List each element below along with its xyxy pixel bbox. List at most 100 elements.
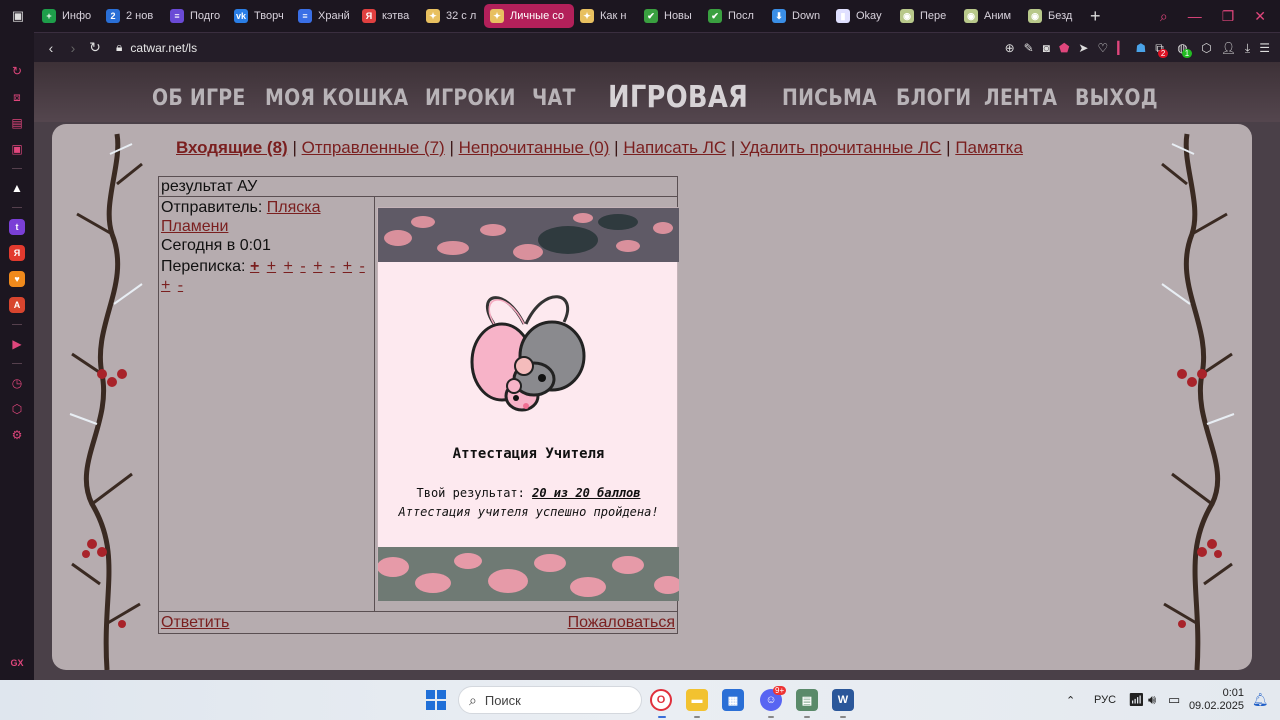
link-sent[interactable]: Отправленные (7) [302,138,445,157]
cube-icon[interactable]: ⬡ [1201,41,1211,55]
correspondence-link[interactable]: - [300,258,305,275]
link-delete-read[interactable]: Удалить прочитанные ЛС [740,138,941,157]
send-icon[interactable]: ➤ [1078,41,1088,55]
menu-chat[interactable]: ЧАТ [532,86,576,111]
browser-tab[interactable]: + Инфо [36,4,100,28]
link-unread[interactable]: Непрочитанные (0) [459,138,610,157]
browser-tab[interactable]: ≡ Подго [164,4,228,28]
close-icon[interactable]: ✕ [1254,8,1266,25]
menu-icon[interactable]: ☰ [1259,41,1270,55]
correspondence-link[interactable]: + [343,258,352,275]
browser-tab[interactable]: ≡ Хранй [292,4,356,28]
player-icon[interactable]: ▶ [9,336,25,352]
browser-tab[interactable]: ✦ Личные со [484,4,574,28]
tab-menu-icon[interactable]: ▣ [0,8,36,24]
link-inbox[interactable]: Входящие (8) [176,138,288,157]
tab-favicon-icon: ▮ [836,9,850,23]
tab-favicon-icon: ✔ [708,9,722,23]
edit-icon[interactable]: ✎ [1024,41,1034,55]
browser-tab[interactable]: ◉ Аним [958,4,1022,28]
explorer-icon[interactable]: ▬ [686,689,708,711]
history-icon[interactable]: ◷ [9,375,25,391]
settings-icon[interactable]: ⚙ [9,427,25,443]
minimize-icon[interactable]: — [1188,8,1202,24]
zoom-icon[interactable]: ⊕ [1005,41,1015,55]
correspondence-link[interactable]: + [284,258,293,275]
correspondence-link[interactable]: + [161,277,170,294]
browser-tab[interactable]: Якэтва [356,4,420,28]
browser-tab[interactable]: vk Творч [228,4,292,28]
reply-link[interactable]: Ответить [161,614,229,632]
menu-players[interactable]: ИГРОКИ [425,86,516,111]
correspondence-link[interactable]: - [178,277,183,294]
store-icon[interactable]: ▦ [722,689,744,711]
tabs-icon[interactable]: ⧉2 [1155,41,1169,58]
camera-icon[interactable]: ◙ [1043,41,1050,55]
gx-icon[interactable]: GX [9,655,25,671]
volume-icon[interactable]: 🔊︎ [1148,680,1156,720]
box-icon[interactable]: ⬡ [9,401,25,417]
taskbar-search[interactable]: ⌕ Поиск [458,686,642,714]
browser-tab[interactable]: ▮ Okay [830,4,894,28]
browser-tab[interactable]: ◉ Пере [894,4,958,28]
wifi-icon[interactable]: 📶︎ [1128,680,1145,720]
browser-tab[interactable]: 2 2 нов [100,4,164,28]
windows-start-icon[interactable] [426,690,446,710]
tabs-island-icon[interactable]: ⧈ [9,89,25,105]
browser-tab[interactable]: ◉ Безд [1022,4,1086,28]
heart-app-icon[interactable]: ♥ [9,271,25,287]
sidebar-separator [12,168,22,169]
menu-about[interactable]: ОБ ИГРЕ [152,86,246,111]
browser-tab[interactable]: ✦ Как н [574,4,638,28]
menu-game[interactable]: ИГРОВАЯ [608,80,748,115]
mail-icon[interactable]: ▣ [9,141,25,157]
heart-icon[interactable]: ♡ [1097,41,1108,55]
forward-icon[interactable]: › [62,40,84,56]
browser-tab[interactable]: ⬇ Down [766,4,830,28]
correspondence-link[interactable]: + [313,258,322,275]
aria-icon[interactable]: ▲ [9,180,25,196]
correspondence-link[interactable]: + [267,258,276,275]
correspondence-link[interactable]: - [330,258,335,275]
shield-icon[interactable]: ⬟ [1059,41,1069,55]
correspondence-link[interactable]: + [250,258,259,275]
maximize-icon[interactable]: ❐ [1222,8,1235,25]
download-icon[interactable]: ⤓ [1245,41,1250,56]
language-indicator[interactable]: РУС [1094,680,1116,720]
browser-tab[interactable]: ✔ Новы [638,4,702,28]
opera-taskbar-icon[interactable]: O [650,689,672,711]
browser-tab[interactable]: ✔ Посл [702,4,766,28]
menu-exit[interactable]: ВЫХОД [1075,86,1158,111]
new-tab-icon[interactable]: + [1090,6,1101,27]
back-icon[interactable]: ‹ [40,40,62,56]
menu-letters[interactable]: ПИСЬМА [782,86,877,111]
tab-label: 32 с л [446,10,477,22]
word-icon[interactable]: W [832,689,854,711]
tab-favicon-icon: ✦ [490,9,504,23]
twitch-icon[interactable]: t [9,219,25,235]
reload-icon[interactable]: ↻ [84,39,106,56]
link-write[interactable]: Написать ЛС [623,138,726,157]
translate-icon[interactable]: A [9,297,25,313]
extension-icon[interactable]: ☗ [1135,41,1146,55]
wallet-icon[interactable]: ◍1 [1177,41,1193,58]
tv-icon[interactable]: ▤ [9,115,25,131]
url-field[interactable]: 🔒︎ catwar.net/ls [116,40,197,55]
clock[interactable]: 0:01 09.02.2025 [1189,680,1244,720]
correspondence-link[interactable]: - [360,258,365,275]
menu-mycat[interactable]: МОЯ КОШКА [265,86,408,111]
yandex-icon[interactable]: Я [9,245,25,261]
browser-tab[interactable]: ✦ 32 с л [420,4,484,28]
battery-icon[interactable]: ▭ [1168,680,1180,720]
tab-label: Личные со [510,10,564,22]
notification-icon[interactable]: 🔔︎ [1252,680,1269,720]
opera-ai-icon[interactable]: ↻ [9,63,25,79]
search-tabs-icon[interactable]: ⌕ [1160,8,1168,25]
menu-feed[interactable]: ЛЕНТА [984,86,1057,111]
app-window-icon[interactable]: ▤ [796,689,818,711]
tray-overflow-icon[interactable]: ⌃ [1066,680,1075,720]
link-memo[interactable]: Памятка [955,138,1023,157]
account-icon[interactable]: 👤︎ [1221,41,1236,55]
menu-blogs[interactable]: БЛОГИ [896,86,971,111]
complain-link[interactable]: Пожаловаться [568,614,675,632]
